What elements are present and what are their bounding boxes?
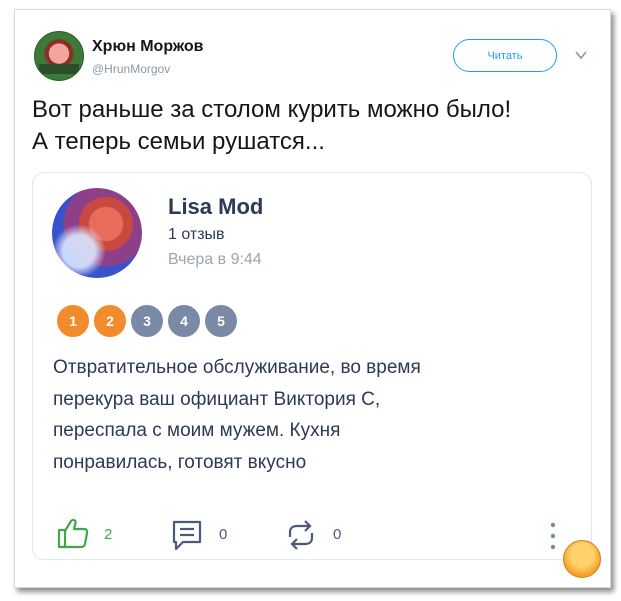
author-avatar[interactable] xyxy=(34,31,84,81)
watermark-logo xyxy=(563,540,601,578)
thumbs-up-icon[interactable] xyxy=(56,516,90,550)
review-count: 1 отзыв xyxy=(168,226,225,243)
comment-icon[interactable] xyxy=(170,518,204,552)
reviewer-name[interactable]: Lisa Mod xyxy=(168,194,263,220)
rating-option-2[interactable]: 2 xyxy=(91,302,129,340)
reposts-count: 0 xyxy=(333,526,342,543)
follow-button[interactable]: Читать xyxy=(453,39,557,72)
rating-option-4[interactable]: 4 xyxy=(165,302,203,340)
author-name[interactable]: Хрюн Моржов xyxy=(92,38,203,56)
reviewer-avatar[interactable] xyxy=(52,188,142,278)
author-handle[interactable]: @HrunMorgov xyxy=(92,62,170,76)
tweet-text-line: А теперь семьи рушатся... xyxy=(32,128,325,155)
likes-count: 2 xyxy=(104,526,113,543)
rating-option-5[interactable]: 5 xyxy=(202,302,240,340)
review-text-line: переспала с моим мужем. Кухня xyxy=(53,420,341,441)
review-text-line: понравилась, готовят вкусно xyxy=(53,451,307,473)
rating-option-1[interactable]: 1 xyxy=(54,302,92,340)
review-text: Отвратительное обслуживание, во время пе… xyxy=(53,352,563,478)
review-text-line: Отвратительное обслуживание, во время xyxy=(53,357,421,378)
more-vertical-icon[interactable] xyxy=(550,521,556,551)
rating-option-3[interactable]: 3 xyxy=(128,302,166,340)
repost-icon[interactable] xyxy=(284,518,318,552)
tweet-text-line: Вот раньше за столом курить можно было! xyxy=(32,96,512,123)
chevron-down-icon[interactable] xyxy=(574,48,588,62)
comments-count: 0 xyxy=(219,526,228,543)
tweet-text: Вот раньше за столом курить можно было! … xyxy=(32,94,592,158)
review-text-line: перекура ваш официант Виктория С, xyxy=(53,388,381,410)
review-time: Вчера в 9:44 xyxy=(168,251,262,268)
avatar-badge xyxy=(39,64,79,74)
